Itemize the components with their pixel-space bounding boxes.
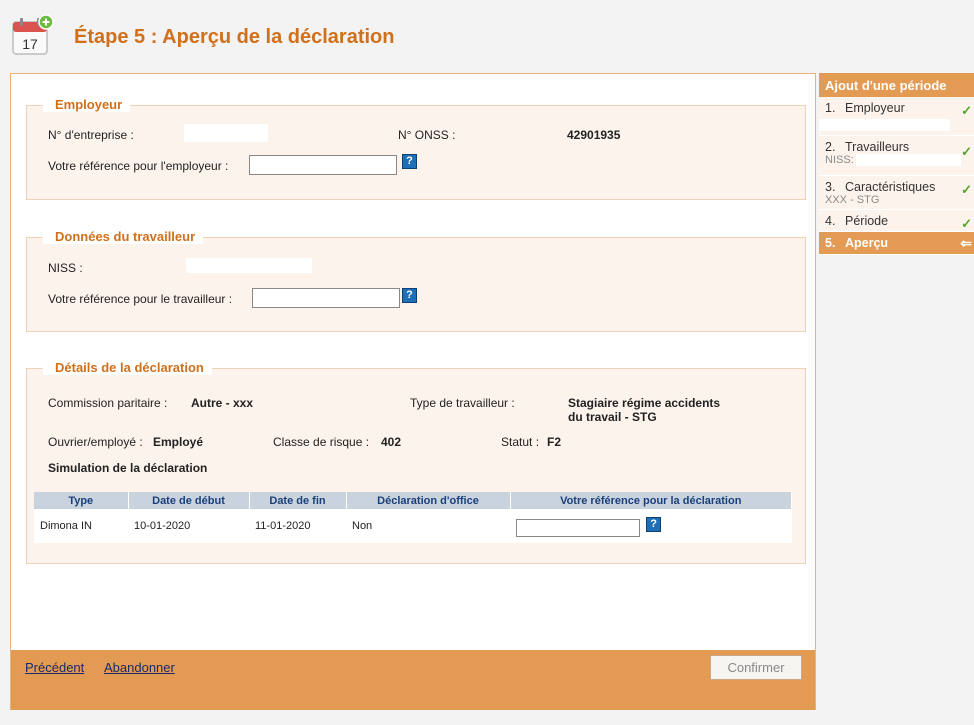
details-legend: Détails de la déclaration — [43, 360, 212, 375]
step-label: Caractéristiques — [845, 180, 936, 194]
sidebar-step-periode[interactable]: 4. Période ✓ — [819, 210, 974, 232]
footer-bar: Précédent Abandonner Confirmer — [11, 650, 815, 710]
step-sub-redacted — [819, 118, 950, 131]
commission-label: Commission paritaire : — [48, 396, 168, 410]
onss-value: 42901935 — [567, 128, 621, 142]
step-number: 2. — [825, 140, 836, 154]
table-header: Déclaration d'office — [346, 492, 511, 509]
page-header: 17 Étape 5 : Aperçu de la déclaration — [0, 0, 974, 72]
check-icon: ✓ — [961, 103, 972, 118]
step-sub: NISS: — [825, 154, 854, 166]
travailleur-reference-label: Votre référence pour le travailleur : — [48, 292, 233, 306]
employeur-section: Employeur N° d'entreprise : N° ONSS : 42… — [26, 97, 806, 200]
step-label: Aperçu — [845, 236, 889, 250]
help-icon[interactable]: ? — [646, 517, 662, 532]
sidebar-step-apercu[interactable]: 5. Aperçu ⇐ — [819, 232, 974, 255]
onss-label: N° ONSS : — [398, 128, 456, 142]
type-travailleur-label: Type de travailleur : — [410, 396, 515, 410]
previous-link[interactable]: Précédent — [25, 660, 84, 675]
step-number: 4. — [825, 214, 836, 228]
confirm-button[interactable]: Confirmer — [710, 655, 802, 680]
simulation-label: Simulation de la déclaration — [48, 461, 208, 475]
commission-value: Autre - xxx — [191, 396, 254, 410]
statut-label: Statut : — [501, 435, 540, 449]
step-label: Période — [845, 214, 889, 228]
details-section: Détails de la déclaration Commission par… — [26, 360, 806, 564]
sidebar-title: Ajout d'une période — [819, 73, 974, 97]
step-number: 1. — [825, 101, 836, 115]
check-icon: ✓ — [961, 216, 972, 231]
travailleur-section: Données du travailleur NISS : Votre réfé… — [26, 229, 806, 332]
table-cell-date-fin: 11-01-2020 — [255, 520, 311, 532]
step-number: 3. — [825, 180, 836, 194]
entreprise-label: N° d'entreprise : — [48, 128, 134, 142]
check-icon: ✓ — [961, 144, 972, 159]
type-travailleur-value-line2: du travail - STG — [568, 410, 657, 424]
classe-label: Classe de risque : — [273, 435, 370, 449]
classe-value: 402 — [381, 435, 402, 449]
travailleur-reference-input[interactable] — [252, 288, 400, 308]
step-label: Travailleurs — [845, 140, 910, 154]
page-title: Étape 5 : Aperçu de la déclaration — [74, 26, 395, 48]
step-number: 5. — [825, 236, 836, 250]
help-icon[interactable]: ? — [402, 288, 417, 303]
employeur-legend: Employeur — [43, 97, 131, 112]
step-sub: XXX - STG — [825, 194, 880, 206]
sidebar-step-employeur[interactable]: 1. Employeur ✓ — [819, 97, 974, 136]
type-travailleur-value-line1: Stagiaire régime accidents — [568, 396, 721, 410]
declaration-table: Type Date de début Date de fin Déclarati… — [34, 492, 792, 543]
table-header-row: Type Date de début Date de fin Déclarati… — [34, 492, 792, 509]
sidebar-step-travailleurs[interactable]: 2. Travailleurs ✓ NISS: — [819, 136, 974, 176]
step-label: Employeur — [845, 101, 905, 115]
step-sub-redacted — [855, 154, 961, 167]
table-cell-date-debut: 10-01-2020 — [134, 520, 191, 532]
sidebar-step-caracteristiques[interactable]: 3. Caractéristiques ✓ XXX - STG — [819, 176, 974, 210]
table-header: Votre référence pour la déclaration — [510, 492, 792, 509]
employeur-reference-label: Votre référence pour l'employeur : — [48, 159, 229, 173]
table-cell-declaration-office: Non — [352, 520, 373, 532]
ouvrier-label: Ouvrier/employé : — [48, 435, 143, 449]
steps-sidebar: Ajout d'une période 1. Employeur ✓ 2. Trav… — [819, 73, 974, 255]
travailleur-legend: Données du travailleur — [43, 229, 204, 244]
help-icon[interactable]: ? — [402, 154, 417, 169]
table-cell-type: Dimona IN — [40, 520, 92, 532]
table-header: Date de fin — [249, 492, 347, 509]
calendar-add-icon: 17 — [12, 14, 54, 55]
entreprise-value-redacted — [184, 124, 268, 142]
statut-value: F2 — [547, 435, 562, 449]
check-icon: ✓ — [961, 182, 972, 197]
ouvrier-value: Employé — [153, 435, 204, 449]
table-header: Type — [34, 492, 129, 509]
current-step-arrow-icon: ⇐ — [960, 235, 972, 251]
table-row: Dimona IN 10-01-2020 11-01-2020 Non ? — [34, 509, 792, 543]
declaration-reference-input[interactable] — [516, 519, 640, 537]
calendar-day-text: 17 — [22, 36, 38, 52]
niss-label: NISS : — [48, 261, 83, 275]
table-header: Date de début — [128, 492, 250, 509]
table-cell-reference: ? — [510, 509, 792, 543]
abandon-link[interactable]: Abandonner — [104, 660, 175, 675]
niss-value-redacted — [186, 258, 312, 273]
main-panel: Employeur N° d'entreprise : N° ONSS : 42… — [10, 73, 816, 710]
employeur-reference-input[interactable] — [249, 155, 397, 175]
